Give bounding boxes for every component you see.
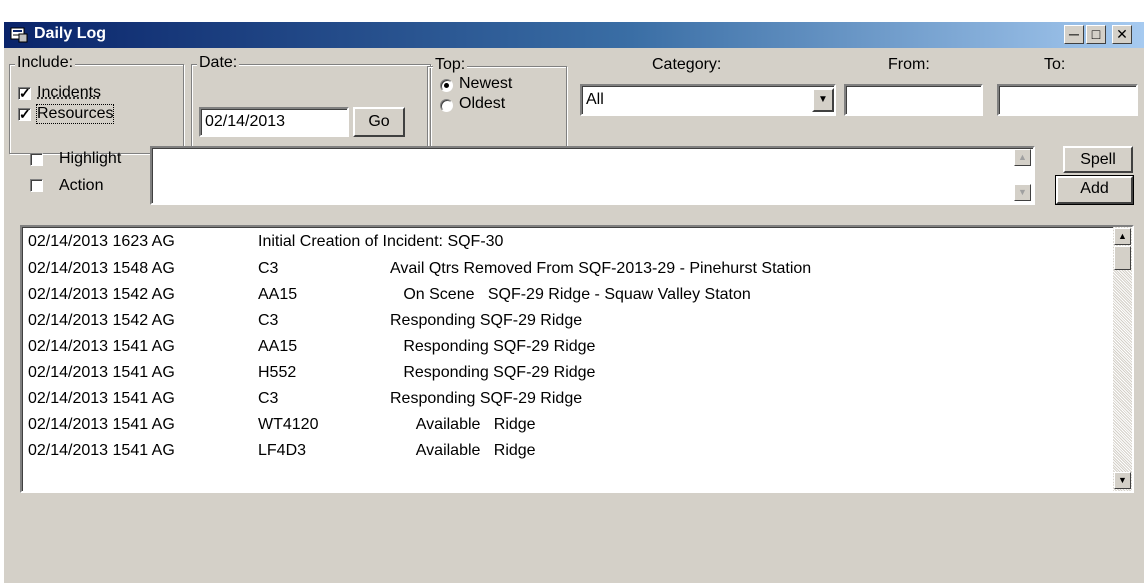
log-unit: WT4120 (258, 416, 319, 433)
log-text: On Scene SQF-29 Ridge - Squaw Valley Sta… (390, 286, 751, 303)
add-button[interactable]: Add (1055, 175, 1134, 205)
title-bar[interactable]: Daily Log ─ □ ✕ (4, 22, 1144, 48)
spell-button[interactable]: Spell (1063, 146, 1133, 173)
include-legend: Include: (15, 54, 76, 72)
highlight-label[interactable]: Highlight (59, 150, 121, 168)
include-group: Include: ✓ Incidents ✓ Resources (9, 54, 184, 154)
log-text: Available Ridge (390, 416, 536, 433)
log-text: Available Ridge (390, 442, 536, 459)
checkmark-icon: ✓ (19, 106, 31, 122)
log-datetime: 02/14/2013 1542 AG (28, 312, 175, 329)
log-unit: C3 (258, 260, 279, 277)
log-datetime: 02/14/2013 1541 AG (28, 338, 175, 355)
minimize-icon: ─ (1069, 26, 1079, 42)
log-unit: C3 (258, 312, 279, 329)
log-unit: LF4D3 (258, 442, 307, 459)
scroll-down-icon: ▼ (1118, 475, 1127, 485)
top-order-group: Top: Newest Oldest (427, 56, 567, 154)
from-label: From: (888, 56, 930, 73)
oldest-radio[interactable] (440, 99, 453, 112)
log-datetime: 02/14/2013 1623 AG (28, 233, 175, 250)
daily-log-window: Daily Log ─ □ ✕ Include: ✓ Incidents ✓ R… (4, 22, 1144, 583)
resources-checkbox[interactable]: ✓ (18, 106, 31, 122)
go-button[interactable]: Go (353, 107, 405, 137)
log-datetime: 02/14/2013 1541 AG (28, 364, 175, 381)
incidents-label[interactable]: Incidents (37, 84, 101, 102)
log-unit: C3 (258, 390, 279, 407)
resources-label[interactable]: Resources (35, 104, 115, 124)
log-text: Responding SQF-29 Ridge (390, 312, 583, 329)
chevron-down-icon: ▼ (818, 94, 828, 105)
to-input[interactable] (997, 84, 1138, 116)
log-scrollbar[interactable]: ▲ ▼ (1113, 227, 1132, 491)
highlight-checkbox[interactable] (30, 153, 43, 166)
maximize-icon: □ (1091, 26, 1101, 42)
window-title: Daily Log (34, 25, 107, 42)
date-input[interactable]: 02/14/2013 (199, 107, 349, 137)
log-unit: AA15 (258, 338, 298, 355)
oldest-label[interactable]: Oldest (459, 95, 505, 113)
newest-radio[interactable] (440, 79, 453, 92)
scroll-down-icon: ▼ (1018, 187, 1027, 197)
scroll-up-icon: ▲ (1018, 152, 1027, 162)
log-text: Responding SQF-29 Ridge (390, 338, 596, 355)
from-input[interactable] (844, 84, 983, 116)
log-text: Responding SQF-29 Ridge (390, 390, 583, 407)
log-scroll-up-button[interactable]: ▲ (1114, 228, 1131, 245)
category-select[interactable]: All (580, 84, 836, 116)
close-button[interactable]: ✕ (1112, 25, 1132, 44)
log-datetime: 02/14/2013 1542 AG (28, 286, 175, 303)
action-label[interactable]: Action (59, 177, 103, 195)
log-list[interactable]: 02/14/2013 1623 AG Initial Creation of I… (20, 225, 1134, 493)
log-scroll-thumb[interactable] (1114, 246, 1131, 270)
checkmark-icon: ✓ (19, 85, 31, 101)
desktop-background (0, 0, 1144, 22)
newest-label[interactable]: Newest (459, 75, 512, 93)
log-text: Avail Qtrs Removed From SQF-2013-29 - Pi… (390, 260, 812, 277)
app-icon (10, 27, 28, 43)
log-datetime: 02/14/2013 1541 AG (28, 416, 175, 433)
to-label: To: (1044, 56, 1066, 73)
category-dropdown-button[interactable]: ▼ (812, 88, 834, 112)
entry-scroll-up-button[interactable]: ▲ (1014, 149, 1031, 166)
minimize-button[interactable]: ─ (1064, 25, 1084, 44)
log-scroll-down-button[interactable]: ▼ (1114, 472, 1131, 489)
entry-scroll-down-button[interactable]: ▼ (1014, 184, 1031, 201)
close-icon: ✕ (1116, 26, 1128, 42)
scroll-up-icon: ▲ (1118, 231, 1127, 241)
log-unit: Initial Creation of Incident: SQF-30 (258, 233, 504, 250)
category-value: All (586, 91, 604, 108)
maximize-button[interactable]: □ (1086, 25, 1106, 44)
log-datetime: 02/14/2013 1541 AG (28, 390, 175, 407)
date-legend: Date: (197, 54, 240, 72)
log-text: Responding SQF-29 Ridge (390, 364, 596, 381)
log-unit: H552 (258, 364, 297, 381)
log-unit: AA15 (258, 286, 298, 303)
incidents-checkbox[interactable]: ✓ (18, 85, 31, 101)
radio-selected-icon (444, 83, 449, 88)
log-entry-textarea[interactable] (150, 146, 1035, 205)
log-datetime: 02/14/2013 1541 AG (28, 442, 175, 459)
date-group: Date: 02/14/2013 Go (191, 54, 431, 154)
action-checkbox[interactable] (30, 179, 43, 192)
top-legend: Top: (433, 56, 468, 74)
log-datetime: 02/14/2013 1548 AG (28, 260, 175, 277)
category-label: Category: (652, 56, 722, 73)
